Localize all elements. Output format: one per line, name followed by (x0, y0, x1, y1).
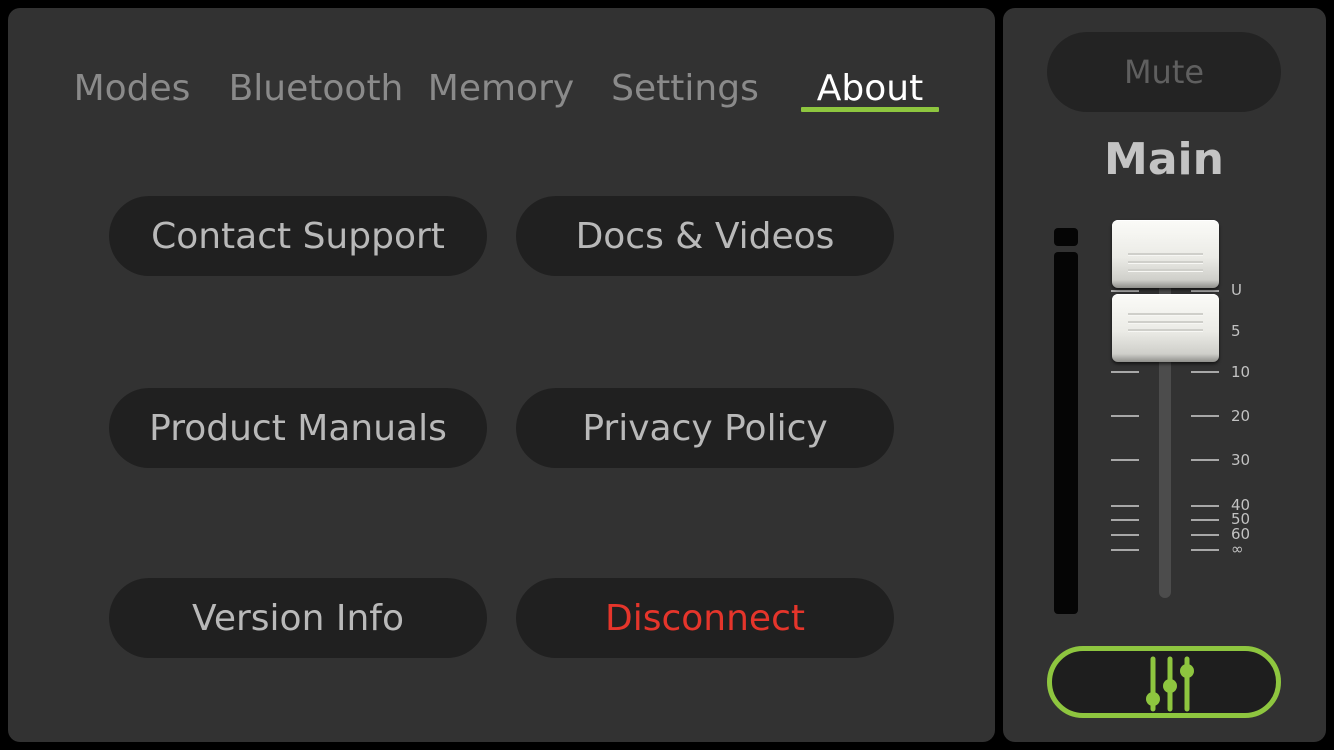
scale-tick-left (1111, 371, 1139, 373)
scale-tick-left (1111, 519, 1139, 521)
scale-label: U (1231, 281, 1242, 299)
scale-tick-right (1191, 519, 1219, 521)
scale-tick-left (1111, 549, 1139, 551)
tab-about[interactable]: About (801, 66, 939, 112)
fader-handle[interactable] (1112, 294, 1219, 362)
scale-tick-right (1191, 371, 1219, 373)
scale-label: ∞ (1231, 540, 1244, 558)
channel-name: Main (1104, 134, 1224, 185)
scale-label: 20 (1231, 407, 1251, 425)
scale-tick-right (1191, 534, 1219, 536)
version-info-button[interactable]: Version Info (109, 578, 487, 658)
scale-tick-left (1111, 534, 1139, 536)
scale-label: 5 (1231, 322, 1241, 340)
mute-button[interactable]: Mute (1047, 32, 1281, 112)
scale-tick-left (1111, 505, 1139, 507)
active-tab-indicator (801, 107, 939, 112)
docs-videos-button[interactable]: Docs & Videos (516, 196, 894, 276)
tab-settings[interactable]: Settings (604, 66, 766, 112)
mixer-sliders-icon (1146, 656, 1194, 712)
scale-label: 10 (1231, 363, 1251, 381)
scale-tick-right (1191, 290, 1219, 292)
fader-track[interactable] (1159, 236, 1171, 598)
mixer-button[interactable] (1047, 646, 1281, 718)
tab-memory[interactable]: Memory (422, 66, 580, 112)
scale-tick-right (1191, 415, 1219, 417)
fader-handle[interactable] (1112, 220, 1219, 288)
scale-tick-left (1111, 459, 1139, 461)
level-meter (1054, 252, 1078, 614)
scale-tick-left (1111, 290, 1139, 292)
contact-support-button[interactable]: Contact Support (109, 196, 487, 276)
disconnect-button[interactable]: Disconnect (516, 578, 894, 658)
scale-tick-right (1191, 459, 1219, 461)
product-manuals-button[interactable]: Product Manuals (109, 388, 487, 468)
scale-tick-right (1191, 549, 1219, 551)
tab-modes[interactable]: Modes (62, 66, 202, 112)
scale-tick-left (1111, 415, 1139, 417)
clip-indicator (1054, 228, 1078, 246)
tab-bluetooth[interactable]: Bluetooth (226, 66, 406, 112)
scale-label: 30 (1231, 451, 1251, 469)
privacy-policy-button[interactable]: Privacy Policy (516, 388, 894, 468)
scale-tick-right (1191, 505, 1219, 507)
